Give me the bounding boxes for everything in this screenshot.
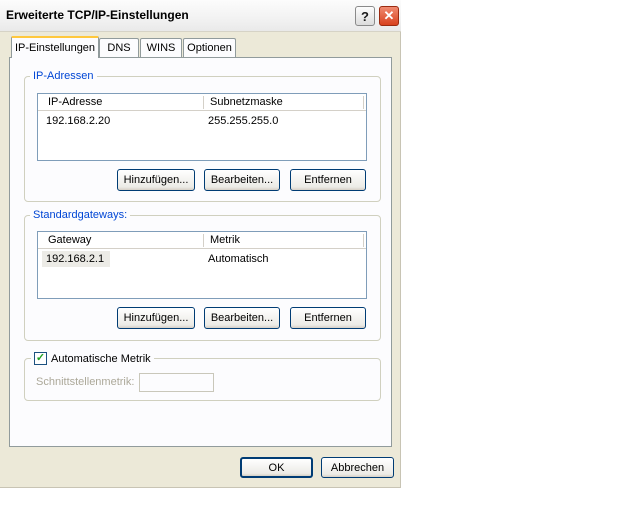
table-row[interactable]: 192.168.2.1 Automatisch [38,251,366,267]
tab-wins[interactable]: WINS [140,38,182,57]
column-header-mask[interactable]: Subnetzmaske [210,96,283,108]
ip-list-header: IP-Adresse Subnetzmaske [38,94,366,111]
column-header-gateway[interactable]: Gateway [48,234,91,246]
help-icon: ? [361,8,369,24]
ip-add-button[interactable]: Hinzufügen... [117,169,195,191]
tab-label: Optionen [187,42,232,54]
button-label: Bearbeiten... [210,174,274,186]
interface-metric-input[interactable] [139,373,214,392]
dialog-window: Erweiterte TCP/IP-Einstellungen ? ✕ IP-E… [0,0,401,488]
gateway-add-button[interactable]: Hinzufügen... [117,307,195,329]
interface-metric-label: Schnittstellenmetrik: [36,376,135,388]
auto-metric-checkbox[interactable]: ✓ [34,352,47,365]
window-title: Erweiterte TCP/IP-Einstellungen [6,8,189,22]
gateway-remove-button[interactable]: Entfernen [290,307,366,329]
column-header-ip[interactable]: IP-Adresse [48,96,102,108]
tab-optionen[interactable]: Optionen [183,38,236,57]
button-label: Entfernen [304,174,352,186]
tab-ip-einstellungen[interactable]: IP-Einstellungen [11,36,99,58]
button-label: Abbrechen [330,461,385,474]
button-label: OK [268,461,285,474]
tab-dns[interactable]: DNS [99,38,139,57]
tab-label: WINS [146,42,176,54]
auto-metric-label: Automatische Metrik [51,352,151,365]
gateway-group-legend: Standardgateways: [30,209,131,221]
button-label: Entfernen [304,312,352,324]
gateway-edit-button[interactable]: Bearbeiten... [204,307,280,329]
column-separator[interactable] [203,96,204,109]
gateway-list-header: Gateway Metrik [38,232,366,249]
tab-label: DNS [107,42,131,54]
tab-label: IP-Einstellungen [14,42,96,54]
metric-cell: Automatisch [208,253,269,265]
column-separator[interactable] [203,234,204,247]
column-separator[interactable] [363,96,364,109]
ok-button[interactable]: OK [240,457,313,478]
button-label: Hinzufügen... [123,174,189,186]
button-label: Hinzufügen... [123,312,189,324]
ip-edit-button[interactable]: Bearbeiten... [204,169,280,191]
auto-metric-checkbox-row[interactable]: ✓ Automatische Metrik [31,352,154,365]
title-bar[interactable]: Erweiterte TCP/IP-Einstellungen ? ✕ [0,0,401,32]
column-header-metric[interactable]: Metrik [210,234,240,246]
ip-address-group-legend: IP-Adressen [30,70,97,82]
help-button[interactable]: ? [355,6,375,26]
table-row[interactable]: 192.168.2.20 255.255.255.0 [38,113,366,129]
column-separator[interactable] [363,234,364,247]
gateway-cell: 192.168.2.1 [46,253,105,265]
ip-address-list[interactable]: IP-Adresse Subnetzmaske 192.168.2.20 255… [37,93,367,161]
gateway-list[interactable]: Gateway Metrik 192.168.2.1 Automatisch [37,231,367,299]
close-button[interactable]: ✕ [379,6,399,26]
ip-address-cell: 192.168.2.20 [46,115,111,127]
ip-remove-button[interactable]: Entfernen [290,169,366,191]
subnet-mask-cell: 255.255.255.0 [208,115,279,127]
close-icon: ✕ [383,8,395,23]
checkmark-icon: ✓ [35,352,46,364]
cancel-button[interactable]: Abbrechen [321,457,394,478]
button-label: Bearbeiten... [210,312,274,324]
